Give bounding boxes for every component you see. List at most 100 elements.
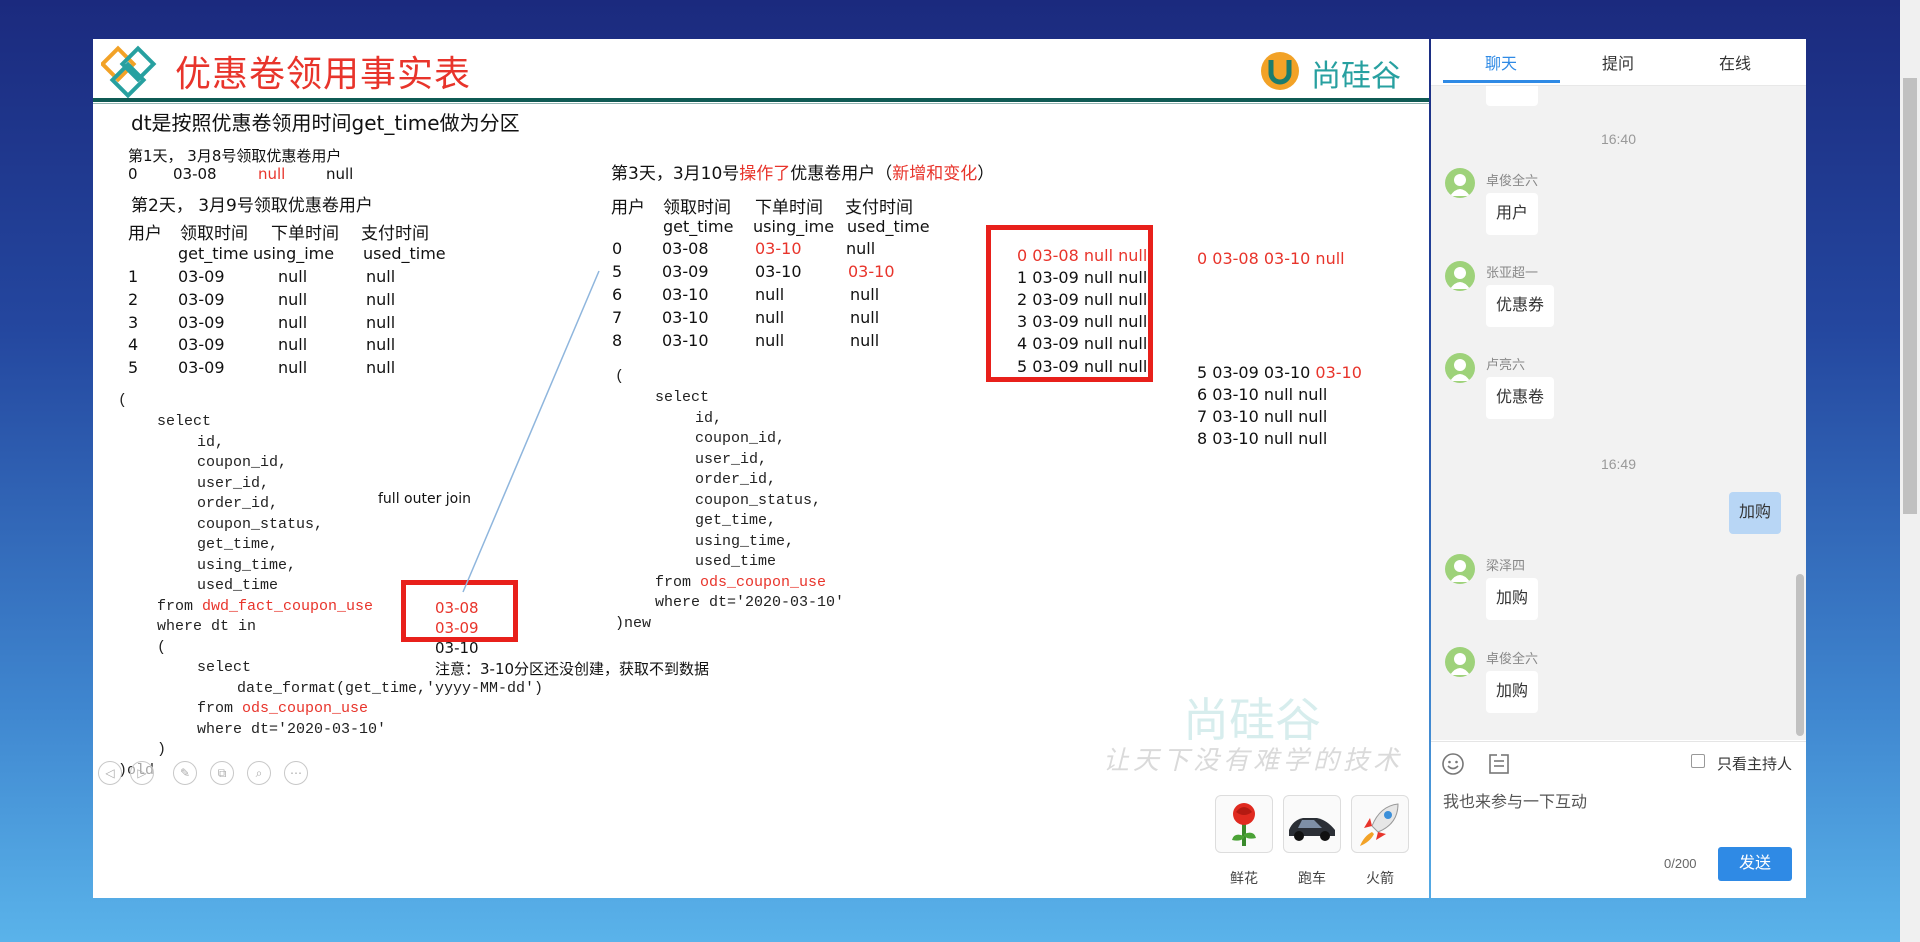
table-cell: 7 [612, 308, 623, 327]
next-page-icon[interactable]: ▷ [130, 761, 154, 785]
own-message-bubble: 加购 [1728, 492, 1781, 534]
result-row: 7 03-10 null null [1197, 407, 1328, 426]
partition-note: 注意：3-10分区还没创建，获取不到数据 [435, 660, 710, 678]
title-divider-thin [93, 103, 1429, 104]
join-label: full outer join [378, 491, 471, 507]
message-bubble: 加购 [1486, 671, 1539, 713]
table-cell: null [755, 285, 785, 304]
emoji-icon[interactable] [1441, 752, 1465, 776]
code-line: ( [615, 368, 625, 385]
avatar [1445, 261, 1475, 291]
code-line: get_time, [197, 536, 279, 553]
prev-page-icon[interactable]: ◁ [98, 761, 122, 785]
old-row: 4 03-09 null null [1017, 334, 1148, 353]
chat-scrollbar[interactable] [1796, 574, 1804, 736]
sql-keyword: from [157, 598, 203, 615]
result-row: 6 03-10 null null [1197, 385, 1328, 404]
table-cell: 03-10 [848, 262, 895, 281]
chat-input-toolbar: 只看主持人 [1431, 741, 1806, 784]
gift-car-button[interactable] [1283, 795, 1341, 853]
table-cell: 03-09 [662, 262, 709, 281]
tab-questions[interactable]: 提问 [1578, 50, 1658, 74]
chat-message-list[interactable]: 16:40 卓俊全六 用户 张亚超一 优惠券 卢亮六 优惠卷 16:49 加购 … [1431, 86, 1806, 740]
result-part: 03-10 [1315, 363, 1362, 382]
gift-rocket-button[interactable] [1351, 795, 1409, 853]
day3-subheader-get: get_time [663, 217, 734, 236]
code-line: user_id, [197, 475, 270, 492]
table-cell: null [850, 285, 880, 304]
table-cell: null [850, 308, 880, 327]
user-avatar-icon [1450, 267, 1470, 289]
day1-user: 0 [128, 165, 138, 183]
chat-input-field[interactable]: 我也来参与一下互动 [1443, 788, 1587, 812]
title-divider [93, 98, 1429, 102]
day3-header-used: 支付时间 [845, 198, 913, 218]
code-line: coupon_id, [695, 430, 786, 447]
code-line: id, [197, 434, 225, 451]
code-line: select [197, 659, 252, 676]
pen-icon[interactable]: ✎ [173, 761, 197, 785]
send-button[interactable]: 发送 [1718, 847, 1792, 881]
day1-get-time: 03-08 [173, 165, 217, 183]
slide-canvas: 优惠卷领用事实表 尚硅谷 dt是按照优惠卷领用时间get_time做为分区 第1… [93, 39, 1429, 790]
code-line: user_id, [695, 451, 768, 468]
zoom-icon[interactable]: ⌕ [247, 761, 271, 785]
table-cell: null [366, 267, 396, 286]
course-logo-icon [101, 45, 157, 99]
window-scrollbar[interactable] [1903, 78, 1917, 514]
code-line: coupon_id, [197, 454, 288, 471]
old-row: 1 03-09 null null [1017, 268, 1148, 287]
more-icon[interactable]: ⋯ [284, 761, 308, 785]
table-cell: 03-10 [662, 331, 709, 350]
rocket-icon [1360, 803, 1399, 846]
sql-table-name: ods_coupon_use [242, 700, 369, 717]
user-avatar-icon [1450, 560, 1470, 582]
table-cell: 03-08 [662, 239, 709, 258]
code-line: coupon_status, [695, 492, 822, 509]
gift-car-label: 跑车 [1298, 870, 1326, 886]
sql-table-name: dwd_fact_coupon_use [202, 598, 374, 615]
notes-icon[interactable] [1487, 752, 1511, 776]
table-cell: 4 [128, 335, 139, 354]
code-line: id, [695, 410, 723, 427]
watermark-slogan: 让天下没有难学的技术 [1103, 746, 1404, 776]
tab-chat[interactable]: 聊天 [1461, 50, 1541, 74]
copy-icon[interactable]: ⧉ [210, 761, 234, 785]
table-cell: 2 [128, 290, 139, 309]
day3-subheader-using: using_ime [753, 217, 835, 236]
table-cell: 03-09 [178, 335, 225, 354]
host-only-checkbox[interactable] [1691, 754, 1705, 768]
table-cell: null [850, 331, 880, 350]
code-line: from ods_coupon_use [655, 574, 826, 591]
old-row: 3 03-09 null null [1017, 312, 1148, 331]
table-cell: 8 [612, 331, 623, 350]
old-row: 5 03-09 null null [1017, 357, 1148, 376]
code-line: order_id, [695, 471, 777, 488]
table-cell: null [278, 290, 308, 309]
table-cell: null [278, 267, 308, 286]
gift-rose-button[interactable] [1215, 795, 1273, 853]
old-row: 2 03-09 null null [1017, 290, 1148, 309]
code-line: )new [615, 615, 652, 632]
day3-header-get: 领取时间 [663, 198, 731, 218]
message-bubble: 优惠券 [1486, 285, 1555, 327]
tab-online[interactable]: 在线 [1695, 50, 1775, 74]
code-line: using_time, [695, 533, 795, 550]
result-row: 8 03-10 null null [1197, 429, 1328, 448]
day2-subheader-used: used_time [363, 244, 446, 263]
partition-date: 03-10 [435, 639, 479, 657]
code-line: select [655, 389, 710, 406]
table-cell: 1 [128, 267, 139, 286]
avatar [1445, 554, 1475, 584]
code-line: using_time, [197, 557, 297, 574]
table-cell: null [755, 308, 785, 327]
day3-header-user: 用户 [611, 198, 645, 218]
host-only-label: 只看主持人 [1717, 756, 1793, 773]
day1-using-time: null [258, 165, 286, 183]
rose-icon [1232, 803, 1256, 846]
table-cell: 5 [612, 262, 623, 281]
code-line: where dt='2020-03-10' [197, 721, 387, 738]
day2-subheader-using: using_ime [253, 244, 335, 263]
table-cell: 0 [612, 239, 623, 258]
table-cell: null [366, 313, 396, 332]
